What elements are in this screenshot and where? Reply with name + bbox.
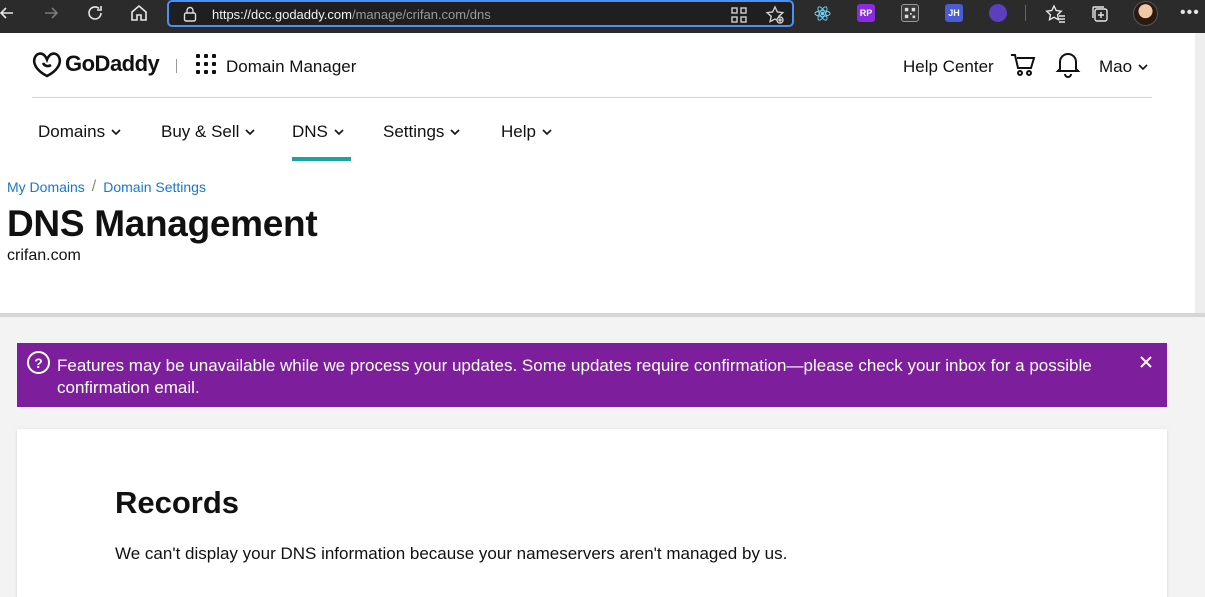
breadcrumb-my-domains[interactable]: My Domains <box>7 179 85 195</box>
collections-icon[interactable] <box>1089 3 1111 25</box>
forward-button[interactable] <box>36 0 66 26</box>
chevron-down-icon <box>1138 64 1148 71</box>
close-icon[interactable] <box>1138 354 1154 370</box>
nav-buy-sell[interactable]: Buy & Sell <box>161 122 256 142</box>
breadcrumb: My Domains / Domain Settings <box>7 178 206 196</box>
rp-extension-icon[interactable]: RP <box>857 4 875 22</box>
reload-button[interactable] <box>80 0 110 26</box>
header-divider <box>176 59 177 73</box>
brand-name: GoDaddy <box>65 51 160 76</box>
site-header: GoDaddy Domain Manager Help Center Mao <box>0 33 1205 98</box>
chevron-down-icon <box>111 129 121 136</box>
godaddy-logo-icon <box>32 52 62 78</box>
notifications-bell-icon[interactable] <box>1055 50 1081 78</box>
browser-toolbar: https://dcc.godaddy.com/manage/crifan.co… <box>0 0 1205 33</box>
nav-domains[interactable]: Domains <box>38 122 121 142</box>
address-bar[interactable]: https://dcc.godaddy.com/manage/crifan.co… <box>167 0 794 27</box>
godaddy-logo[interactable]: GoDaddy <box>32 50 160 78</box>
profile-avatar[interactable] <box>1133 1 1158 26</box>
help-center-link[interactable]: Help Center <box>903 57 994 77</box>
app-grid-icon[interactable] <box>196 54 216 74</box>
nav-settings[interactable]: Settings <box>383 122 461 142</box>
jh-extension-icon[interactable]: JH <box>945 4 963 22</box>
cart-icon[interactable] <box>1009 51 1037 79</box>
active-tab-indicator <box>292 157 351 161</box>
reload-icon <box>88 6 102 20</box>
records-card: Records We can't display your DNS inform… <box>17 429 1167 597</box>
lock-icon <box>183 6 197 22</box>
back-arrow-icon <box>0 7 13 19</box>
records-title: Records <box>115 485 240 520</box>
home-icon <box>131 4 147 21</box>
react-devtools-icon[interactable] <box>813 4 831 22</box>
user-menu[interactable]: Mao <box>1099 57 1148 77</box>
question-circle-icon: ? <box>27 351 50 374</box>
breadcrumb-separator: / <box>91 178 97 195</box>
nav-help[interactable]: Help <box>501 122 552 142</box>
nav-dns[interactable]: DNS <box>292 122 344 142</box>
chevron-down-icon <box>450 129 461 136</box>
banner-message: Features may be unavailable while we pro… <box>57 356 1092 397</box>
product-title[interactable]: Domain Manager <box>226 57 356 77</box>
back-button[interactable] <box>0 0 22 26</box>
purple-extension-icon[interactable] <box>989 4 1007 22</box>
forward-arrow-icon <box>45 7 59 19</box>
records-message: We can't display your DNS information be… <box>115 544 788 563</box>
chevron-down-icon <box>542 129 552 136</box>
breadcrumb-domain-settings[interactable]: Domain Settings <box>103 179 206 195</box>
favorites-icon[interactable] <box>1045 3 1067 25</box>
home-button[interactable] <box>124 0 154 26</box>
url-text: https://dcc.godaddy.com/manage/crifan.co… <box>212 7 491 22</box>
info-banner: ? Features may be unavailable while we p… <box>17 343 1167 407</box>
app-available-icon[interactable] <box>729 5 749 25</box>
user-name: Mao <box>1099 57 1133 76</box>
more-menu-icon[interactable]: ••• <box>1180 4 1200 22</box>
domain-name: crifan.com <box>7 247 81 264</box>
page-title: DNS Management <box>7 203 318 244</box>
toolbar-separator <box>1025 5 1026 21</box>
main-nav: Domains Buy & Sell DNS Settings Help <box>0 98 1205 164</box>
qr-extension-icon[interactable] <box>901 4 919 22</box>
add-favorite-icon[interactable] <box>765 5 785 25</box>
chevron-down-icon <box>334 129 344 136</box>
chevron-down-icon <box>245 129 256 136</box>
